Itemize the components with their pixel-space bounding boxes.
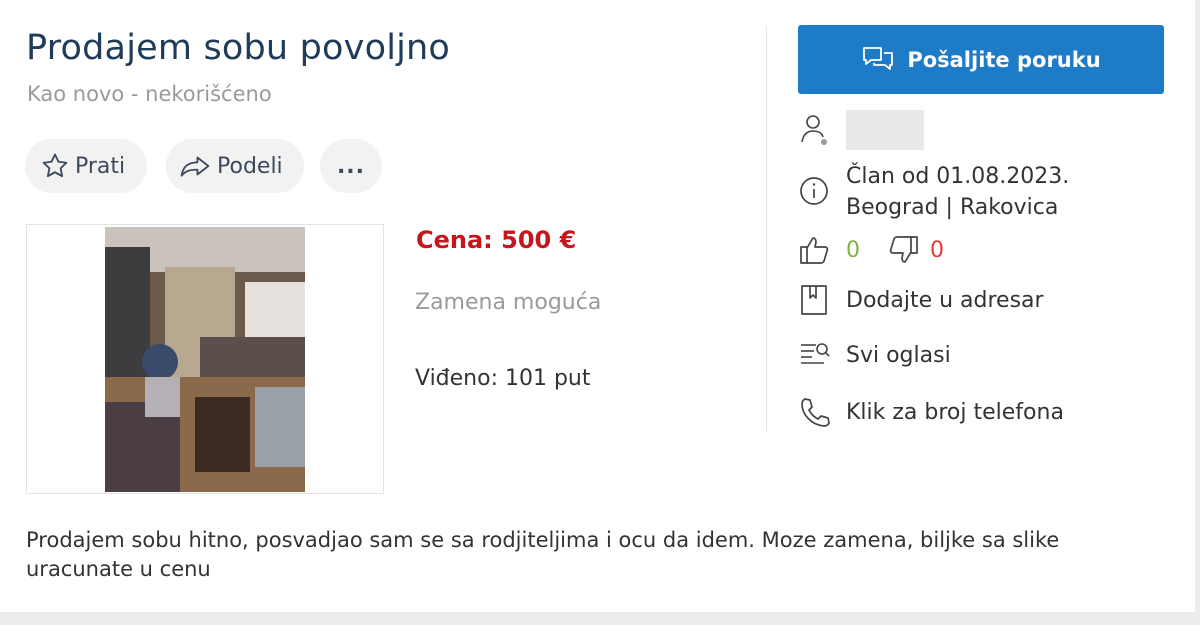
- listing-condition: Kao novo - nekorišćeno: [27, 82, 272, 106]
- add-to-addressbook-link[interactable]: Dodajte u adresar: [798, 283, 1044, 317]
- thumbs-up-icon: [798, 233, 832, 267]
- share-icon: [178, 151, 212, 181]
- show-phone-label: Klik za broj telefona: [846, 399, 1064, 425]
- send-message-label: Pošaljite poruku: [907, 47, 1101, 72]
- listing-description: Prodajem sobu hitno, posvadjao sam se sa…: [26, 528, 1060, 581]
- show-phone-link[interactable]: Klik za broj telefona: [798, 395, 1064, 429]
- seller-user[interactable]: [798, 110, 924, 150]
- exchange-possible: Zamena moguća: [415, 290, 602, 315]
- seller-rating: 0 0: [798, 233, 944, 267]
- seller-info: Član od 01.08.2023. Beograd | Rakovica: [798, 161, 1069, 223]
- follow-button[interactable]: Prati: [25, 139, 147, 193]
- phone-icon: [798, 395, 834, 429]
- sidebar-divider: [766, 26, 767, 431]
- chat-icon: [861, 44, 895, 76]
- listing-photo[interactable]: [105, 227, 305, 492]
- like-count: 0: [846, 237, 860, 263]
- info-icon: [798, 175, 846, 207]
- add-to-addressbook-label: Dodajte u adresar: [846, 287, 1044, 313]
- seller-location: Beograd | Rakovica: [846, 195, 1059, 220]
- all-ads-link[interactable]: Svi oglasi: [798, 339, 951, 371]
- star-icon: [40, 151, 70, 181]
- send-message-button[interactable]: Pošaljite poruku: [798, 25, 1164, 94]
- listing-title: Prodajem sobu povoljno: [26, 28, 451, 68]
- dislike-count: 0: [930, 237, 944, 263]
- list-icon: [798, 339, 834, 371]
- member-since: Član od 01.08.2023.: [846, 164, 1070, 189]
- view-count: Viđeno: 101 put: [415, 366, 591, 391]
- more-options-button[interactable]: ...: [320, 139, 382, 193]
- listing-price: Cena: 500 €: [416, 226, 577, 254]
- follow-label: Prati: [75, 153, 126, 179]
- seller-name-redacted: [846, 110, 924, 150]
- all-ads-label: Svi oglasi: [846, 342, 951, 368]
- thumbs-down-icon: [886, 233, 920, 267]
- bookmark-icon: [798, 283, 834, 317]
- listing-card: Prodajem sobu povoljno Kao novo - nekori…: [0, 0, 1195, 612]
- share-button[interactable]: Podeli: [166, 139, 304, 193]
- share-label: Podeli: [217, 153, 283, 179]
- user-icon: [798, 112, 834, 148]
- listing-photo-frame[interactable]: [26, 224, 384, 494]
